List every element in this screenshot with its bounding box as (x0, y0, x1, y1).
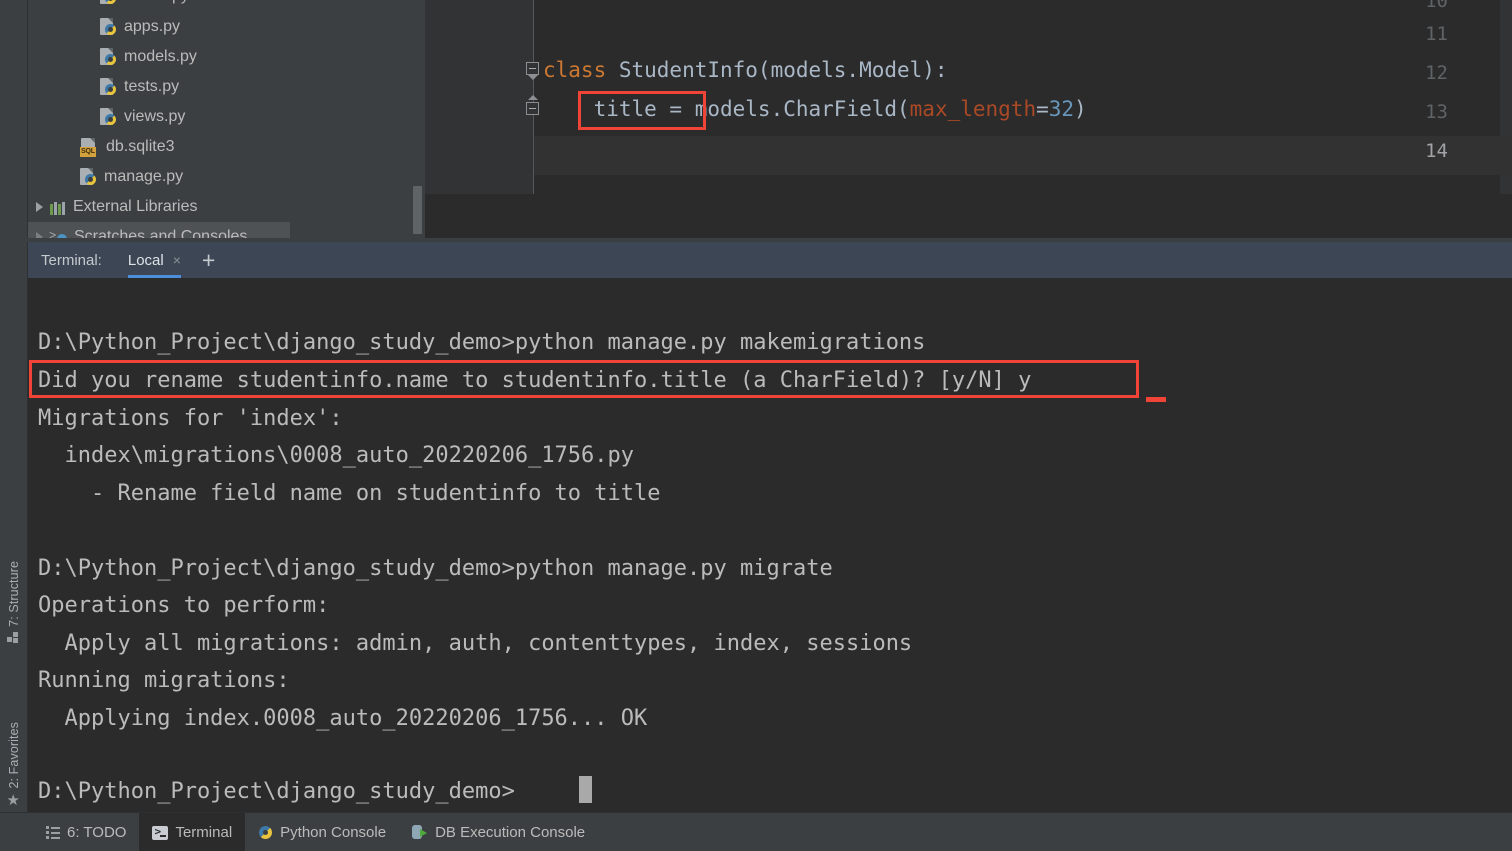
terminal-line: Apply all migrations: admin, auth, conte… (38, 631, 913, 656)
libraries-icon (49, 200, 66, 215)
terminal-line: Operations to perform: (38, 593, 330, 618)
terminal-line: D:\Python_Project\django_study_demo>pyth… (38, 330, 926, 355)
python-file-icon (100, 47, 117, 67)
code-token-paren: ) (1074, 97, 1087, 121)
line-number: 12 (1425, 62, 1448, 84)
terminal-line: D:\Python_Project\django_study_demo>pyth… (38, 556, 833, 581)
tool-button-favorites-label: 2: Favorites (6, 722, 21, 789)
tree-row-scratches-and-consoles[interactable]: > Scratches and Consoles (28, 222, 290, 238)
terminal-header-label: Terminal: (41, 251, 102, 269)
todo-icon (46, 826, 60, 839)
db-console-icon (412, 825, 428, 840)
terminal-line-prompt: D:\Python_Project\django_study_demo> (38, 779, 515, 804)
terminal-tab-local[interactable]: Local × (127, 242, 181, 278)
ide-window: 7: Structure 2: Favorites ★ admin.py app… (0, 0, 1512, 851)
tool-button-structure-label: 7: Structure (6, 561, 21, 627)
code-token-text: StudentInfo(models.Model): (618, 58, 948, 82)
code-token-keyword: class (543, 58, 619, 82)
structure-icon (6, 632, 21, 646)
tree-row[interactable]: views.py (28, 102, 424, 132)
tree-row-label: Scratches and Consoles (74, 228, 248, 238)
python-file-icon (100, 17, 117, 37)
code-token-text: title = models.CharField( (543, 97, 910, 121)
python-file-icon (100, 77, 117, 97)
python-file-icon (100, 107, 117, 127)
tree-row[interactable]: manage.py (28, 162, 424, 192)
terminal-line: index\migrations\0008_auto_20220206_1756… (38, 443, 635, 468)
bottom-tab-python-console[interactable]: Python Console (245, 813, 399, 851)
star-icon: ★ (6, 792, 20, 809)
bottom-tool-bar: 6: TODO Terminal Python Console DB Execu… (0, 812, 1512, 851)
terminal-line-prompt-question: Did you rename studentinfo.name to stude… (38, 368, 1032, 393)
bottom-tab-terminal-label: Terminal (175, 824, 233, 841)
chevron-right-icon[interactable] (36, 202, 43, 212)
tree-row[interactable]: SQL db.sqlite3 (28, 132, 424, 162)
annotation-underline-answer (1146, 397, 1166, 402)
tree-row[interactable]: admin.py (28, 0, 424, 11)
tree-row-label: db.sqlite3 (106, 138, 175, 155)
line-number: 13 (1425, 101, 1448, 123)
code-token-argument: max_length (909, 97, 1037, 121)
sql-file-icon: SQL (80, 137, 99, 157)
tree-row-label: External Libraries (73, 198, 198, 215)
code-line-13: title = models.CharField(max_length=32) (543, 97, 1087, 121)
terminal-line: Running migrations: (38, 668, 290, 693)
code-editor[interactable]: 10 11 12 13 14 class StudentInfo(models.… (425, 0, 1512, 238)
bottom-tab-python-console-label: Python Console (280, 824, 387, 841)
bottom-tab-todo-label: 6: TODO (67, 824, 127, 841)
terminal-line: Migrations for 'index': (38, 406, 343, 431)
tree-row-label: admin.py (124, 0, 189, 5)
tree-row-external-libraries[interactable]: External Libraries (28, 192, 424, 222)
terminal-output[interactable]: D:\Python_Project\django_study_demo>pyth… (28, 278, 1512, 812)
python-file-icon (100, 0, 117, 6)
tree-row-label: manage.py (104, 168, 184, 185)
tool-button-structure[interactable]: 7: Structure (0, 528, 27, 646)
tree-row[interactable]: models.py (28, 42, 424, 72)
python-file-icon (80, 167, 97, 187)
tree-row-label: tests.py (124, 78, 180, 95)
terminal-cursor (579, 776, 592, 803)
fold-collapse-icon[interactable] (526, 62, 539, 75)
terminal-header: Terminal: Local × + (28, 242, 1512, 278)
fold-collapse-icon[interactable] (526, 102, 539, 115)
code-token-operator: = (1036, 97, 1049, 121)
project-tree-panel[interactable]: admin.py apps.py models.py tests.py (28, 0, 424, 238)
tree-row-label: apps.py (124, 18, 181, 35)
scratches-icon: > (49, 229, 67, 238)
tree-row[interactable]: tests.py (28, 72, 424, 102)
line-number-current: 14 (1425, 140, 1448, 162)
fold-arrow-icon (528, 75, 538, 80)
editor-gutter (425, 0, 533, 194)
terminal-line: - Rename field name on studentinfo to ti… (38, 481, 661, 506)
add-terminal-icon[interactable]: + (202, 248, 215, 272)
tree-row[interactable]: apps.py (28, 12, 424, 42)
bottom-tab-terminal[interactable]: Terminal (139, 813, 246, 851)
terminal-icon (152, 825, 169, 840)
bottom-tab-db-execution-console[interactable]: DB Execution Console (399, 813, 598, 851)
python-console-icon (258, 825, 273, 840)
fold-arrow-icon (528, 95, 538, 100)
terminal-line: Applying index.0008_auto_20220206_1756..… (38, 706, 648, 731)
bottom-tab-todo[interactable]: 6: TODO (33, 813, 139, 851)
terminal-tab-label: Local (127, 251, 164, 269)
line-number: 10 (1425, 0, 1448, 12)
project-tree-scrollbar[interactable] (413, 186, 422, 234)
bottom-tab-db-console-label: DB Execution Console (435, 824, 586, 841)
line-number: 11 (1425, 23, 1448, 45)
code-token-number: 32 (1048, 97, 1075, 121)
close-icon[interactable]: × (173, 253, 181, 267)
tree-row-label: models.py (124, 48, 197, 65)
left-tool-strip: 7: Structure 2: Favorites ★ (0, 0, 28, 812)
tool-button-favorites[interactable]: 2: Favorites ★ (0, 678, 27, 808)
tree-row-label: views.py (124, 108, 186, 125)
editor-code[interactable]: class StudentInfo(models.Model): title =… (543, 0, 1087, 121)
editor-current-line-highlight (533, 136, 1512, 175)
code-line-12: class StudentInfo(models.Model): (543, 58, 948, 82)
